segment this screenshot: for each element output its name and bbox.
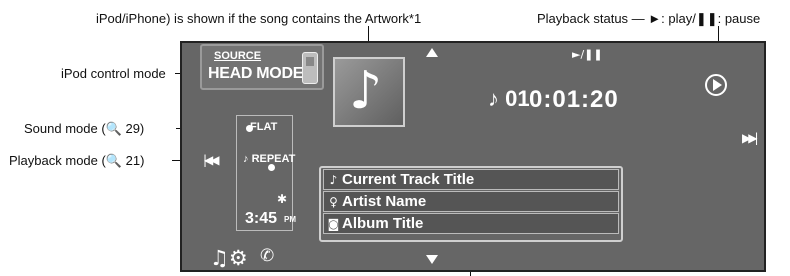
bluetooth-icon: ✱ (277, 192, 288, 206)
sound-mode-callout: Sound mode (🔍 29) (24, 121, 145, 136)
head-mode-label: HEAD MODE (208, 65, 304, 82)
repeat-indicator: ♪ REPEAT (243, 153, 295, 165)
clock-ampm: PM (284, 215, 296, 224)
album-title: Album Title (342, 215, 424, 232)
note-icon: ♪ (243, 153, 249, 165)
ipod-control-mode-callout: iPod control mode (61, 66, 166, 81)
current-track-title: Current Track Title (342, 171, 475, 188)
next-track-icon[interactable]: ▶▶| (742, 131, 758, 145)
sound-mode-value: FLAT (250, 121, 278, 133)
music-note-icon: ♪ (349, 61, 383, 121)
play-pause-indicator: ►/❚❚ (572, 48, 603, 61)
phone-icon[interactable]: ✆ (260, 246, 274, 266)
play-status-icon (705, 74, 727, 96)
down-arrow-icon[interactable] (426, 255, 438, 264)
playback-status-callout: Playback status — ►: play/❚❚: pause (537, 11, 761, 26)
up-arrow-icon[interactable] (426, 48, 438, 57)
track-number: ♪ 01 (488, 86, 530, 112)
source-head-mode-button[interactable]: SOURCE HEAD MODE (200, 44, 324, 90)
repeat-label: REPEAT (251, 153, 296, 165)
current-track-row[interactable]: ♪ Current Track Title (323, 169, 619, 190)
music-note-icon: ♪ (329, 173, 338, 187)
source-label: SOURCE (214, 50, 262, 62)
album-row[interactable]: ◙ Album Title (323, 213, 619, 234)
previous-track-icon[interactable]: |◀◀ (203, 153, 219, 167)
elapsed-time: 0:01:20 (529, 86, 619, 113)
music-settings-icon[interactable]: ♫⚙ (210, 246, 248, 270)
artist-row[interactable]: ♀ Artist Name (323, 191, 619, 212)
callout-dot (268, 164, 275, 171)
clock-time: 3:45 (245, 210, 278, 227)
artist-name: Artist Name (342, 193, 427, 210)
track-number-value: 01 (505, 86, 530, 111)
playback-mode-callout: Playback mode (🔍 21) (9, 153, 145, 168)
ipod-icon (302, 52, 318, 84)
album-artwork: ♪ (333, 57, 405, 127)
album-icon: ◙ (327, 217, 340, 231)
artist-icon: ♀ (329, 195, 338, 209)
note-icon: ♪ (488, 86, 499, 111)
artwork-callout: iPod/iPhone) is shown if the song contai… (96, 11, 422, 26)
